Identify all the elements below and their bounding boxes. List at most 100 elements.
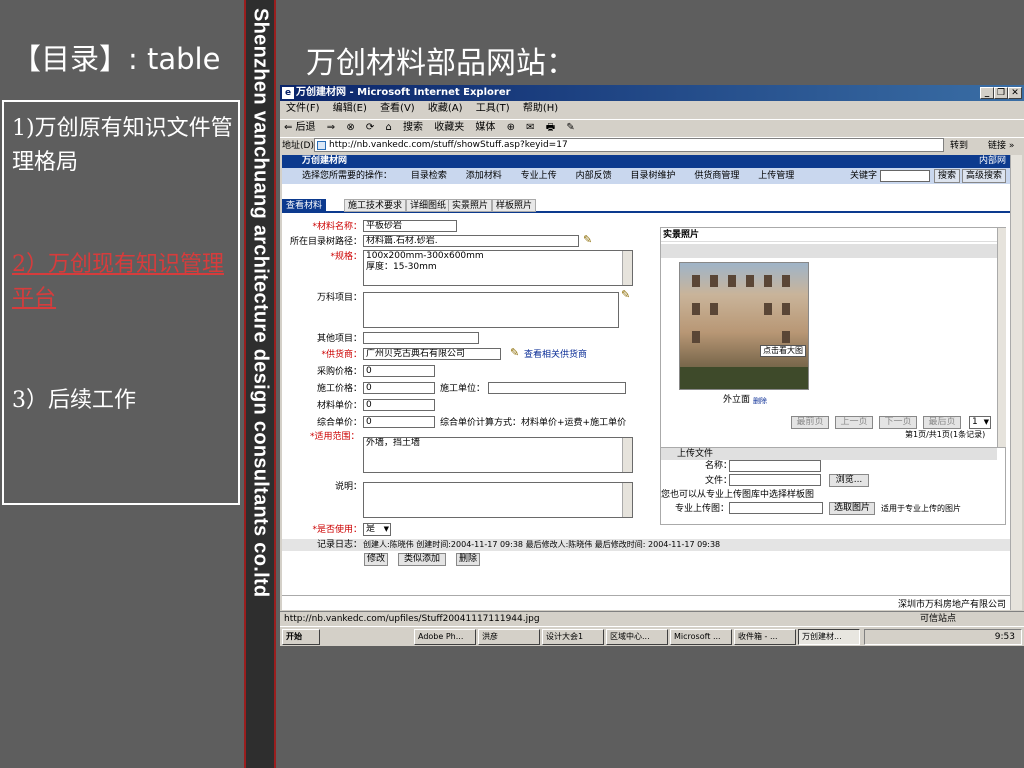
- menu-help[interactable]: 帮助(H): [523, 103, 558, 114]
- purchase-price-field[interactable]: 0: [363, 365, 435, 377]
- clock[interactable]: 9:53: [995, 630, 1015, 644]
- minimize-button[interactable]: _: [980, 87, 994, 99]
- tab-construction-req[interactable]: 施工技术要求: [344, 199, 407, 212]
- mail-icon[interactable]: ✉: [526, 122, 534, 133]
- browser-title: 万创建材网 - Microsoft Internet Explorer: [296, 87, 511, 98]
- intranet-link[interactable]: 内部网: [979, 155, 1006, 168]
- task-design-meeting[interactable]: 设计大会1: [542, 629, 604, 645]
- tab-sample-photos[interactable]: 样板照片: [492, 199, 537, 212]
- edit-icon[interactable]: ✎: [566, 122, 574, 133]
- refresh-icon[interactable]: ⟳: [366, 122, 374, 133]
- task-microsoft[interactable]: Microsoft ...: [670, 629, 732, 645]
- note-scrollbar[interactable]: [622, 483, 632, 517]
- menu-favorites[interactable]: 收藏(A): [428, 103, 463, 114]
- table-of-contents: 1)万创原有知识文件管理格局 2）万创现有知识管理平台 3）后续工作: [2, 100, 240, 505]
- task-inbox[interactable]: 收件箱 - ...: [734, 629, 796, 645]
- nav-tree-maintain[interactable]: 目录树维护: [630, 171, 675, 181]
- tab-detail-drawings[interactable]: 详细图纸: [406, 199, 451, 212]
- browse-button[interactable]: 浏览...: [829, 474, 869, 487]
- menu-tools[interactable]: 工具(T): [476, 103, 510, 114]
- edit-path-icon[interactable]: ✎: [583, 233, 592, 246]
- construct-price-field[interactable]: 0: [363, 382, 435, 394]
- tab-view-material[interactable]: 查看材料: [282, 199, 327, 212]
- note-textarea[interactable]: [363, 482, 633, 518]
- first-page-button[interactable]: 最前页: [791, 416, 829, 429]
- company-name: Shenzhen vanchuang architecture design c…: [249, 8, 272, 598]
- pick-image-button[interactable]: 选取图片: [829, 502, 875, 515]
- page-scrollbar[interactable]: [1010, 155, 1022, 610]
- note-label: 说明：: [334, 482, 362, 492]
- photo-band: [661, 244, 997, 258]
- path-field[interactable]: 材料篇.石材.砂岩.: [363, 235, 579, 247]
- site-search-button[interactable]: 搜索: [934, 169, 960, 183]
- toc-item-2-active[interactable]: 2）万创现有知识管理平台: [12, 248, 234, 316]
- upload-hint: 您也可以从专业上传图库中选择样板图: [661, 490, 815, 500]
- maximize-button[interactable]: ❐: [994, 87, 1008, 99]
- upload-name-field[interactable]: [729, 460, 821, 472]
- nav-supplier-manage[interactable]: 供货商管理: [694, 171, 739, 181]
- nav-feedback[interactable]: 内部反馈: [576, 171, 612, 181]
- address-input[interactable]: http://nb.vankedc.com/stuff/showStuff.as…: [314, 138, 944, 152]
- supplier-edit-icon[interactable]: ✎: [510, 346, 519, 359]
- menu-file[interactable]: 文件(F): [286, 103, 320, 114]
- media-button[interactable]: 媒体: [475, 122, 495, 133]
- toc-item-3[interactable]: 3）后续工作: [12, 384, 234, 418]
- start-button[interactable]: 开始: [282, 629, 320, 645]
- home-icon[interactable]: ⌂: [385, 122, 391, 133]
- page-select[interactable]: 1 ▼: [969, 416, 991, 429]
- spec-textarea[interactable]: 100x200mm-300x600mm 厚度：15-30mm: [363, 250, 633, 286]
- stop-icon[interactable]: ⊗: [346, 122, 354, 133]
- toc-item-1[interactable]: 1)万创原有知识文件管理格局: [12, 112, 234, 180]
- scope-scrollbar[interactable]: [622, 438, 632, 472]
- tab-site-photos[interactable]: 实景照片: [448, 199, 493, 212]
- view-supplier-link[interactable]: 查看相关供货商: [524, 349, 587, 361]
- nav-add-material[interactable]: 添加材料: [466, 171, 502, 181]
- pro-upload-field[interactable]: [729, 502, 823, 514]
- print-icon[interactable]: 🖶: [546, 122, 555, 133]
- task-hongyan[interactable]: 洪彦: [478, 629, 540, 645]
- combined-price-field[interactable]: 0: [363, 416, 435, 428]
- zoom-label[interactable]: 点击看大图: [760, 345, 806, 357]
- favorites-button[interactable]: 收藏夹: [434, 122, 464, 133]
- delete-button[interactable]: 删除: [456, 553, 480, 566]
- advanced-search-button[interactable]: 高级搜索: [962, 169, 1006, 183]
- search-button[interactable]: 搜索: [403, 122, 423, 133]
- project-label: 万科项目：: [316, 293, 362, 303]
- go-button[interactable]: 转到: [950, 138, 968, 154]
- upload-file-field[interactable]: [729, 474, 821, 486]
- keyword-input[interactable]: [880, 170, 930, 182]
- forward-button[interactable]: ⇒: [327, 122, 335, 133]
- history-icon[interactable]: ⊕: [507, 122, 515, 133]
- other-project-field[interactable]: [363, 332, 479, 344]
- building-photo[interactable]: 点击看大图: [679, 262, 809, 390]
- last-page-button[interactable]: 最后页: [923, 416, 961, 429]
- links-button[interactable]: 链接 »: [988, 138, 1014, 154]
- close-button[interactable]: ✕: [1008, 87, 1022, 99]
- other-project-label: 其他项目：: [316, 334, 362, 344]
- task-photoshop[interactable]: Adobe Ph...: [414, 629, 476, 645]
- task-region-center[interactable]: 区域中心...: [606, 629, 668, 645]
- name-field[interactable]: 平板砂岩: [363, 220, 457, 232]
- upload-file-label: 文件：: [705, 476, 733, 486]
- spec-scrollbar[interactable]: [622, 251, 632, 285]
- next-page-button[interactable]: 下一页: [879, 416, 917, 429]
- project-textarea[interactable]: [363, 292, 619, 328]
- menu-edit[interactable]: 编辑(E): [333, 103, 367, 114]
- edit-project-icon[interactable]: ✎: [621, 288, 630, 301]
- scope-textarea[interactable]: 外墙，挡土墙: [363, 437, 633, 473]
- menu-view[interactable]: 查看(V): [380, 103, 415, 114]
- edit-button[interactable]: 修改: [364, 553, 388, 566]
- add-similar-button[interactable]: 类似添加: [398, 553, 446, 566]
- construct-unit-field[interactable]: [488, 382, 626, 394]
- photo-delete-link[interactable]: 删除: [753, 395, 767, 407]
- nav-upload-manage[interactable]: 上传管理: [758, 171, 794, 181]
- material-price-field[interactable]: 0: [363, 399, 435, 411]
- task-wanchuang[interactable]: 万创建材...: [798, 629, 860, 645]
- site-header: 万创建材网 内部网: [282, 155, 1010, 168]
- in-use-select[interactable]: 是 ▼: [363, 523, 391, 536]
- nav-catalog-search[interactable]: 目录检索: [411, 171, 447, 181]
- back-button[interactable]: ⇐ 后退: [284, 122, 316, 133]
- nav-pro-upload[interactable]: 专业上传: [521, 171, 557, 181]
- prev-page-button[interactable]: 上一页: [835, 416, 873, 429]
- supplier-field[interactable]: 广州贝克古典石有限公司: [363, 348, 501, 360]
